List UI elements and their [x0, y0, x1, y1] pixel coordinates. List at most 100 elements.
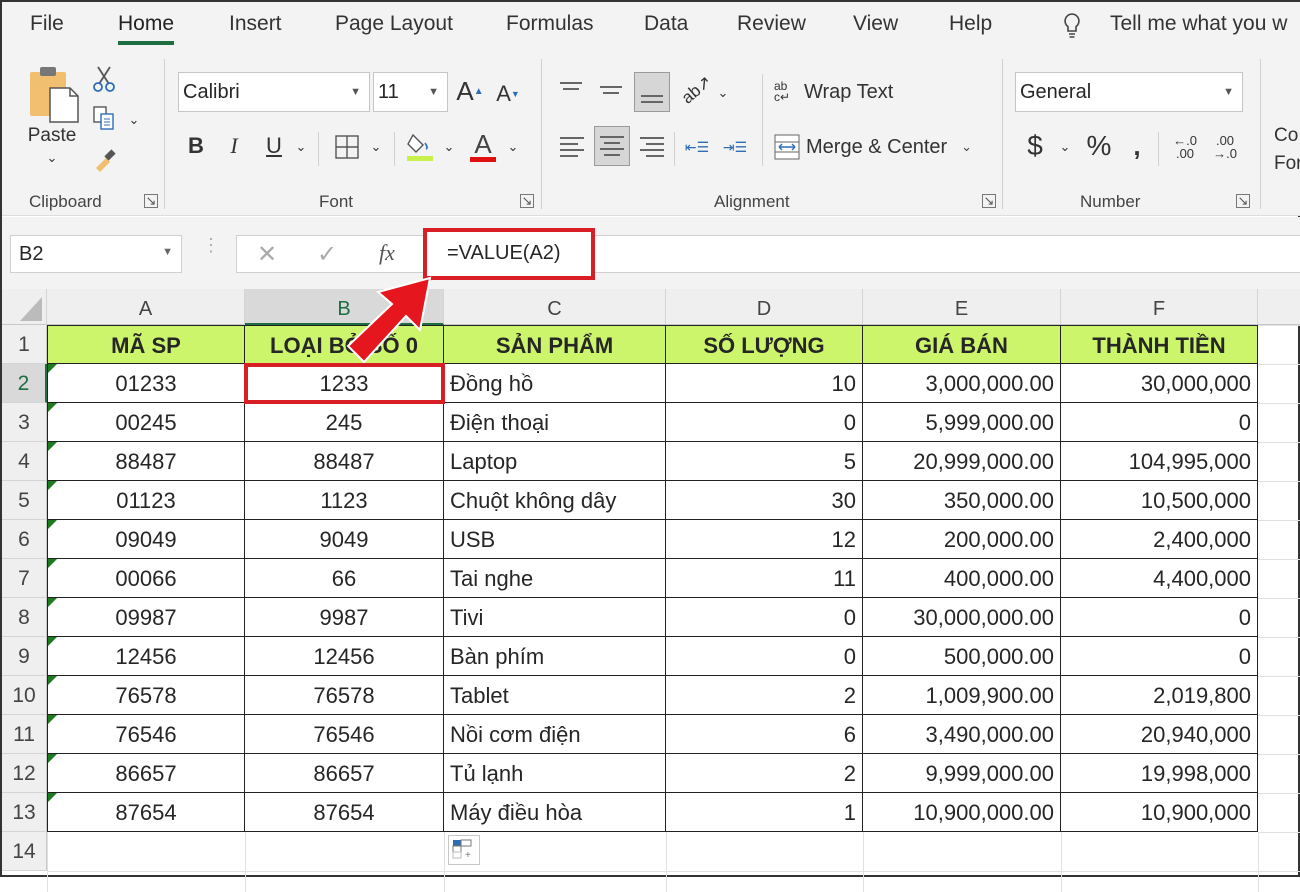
table-cell[interactable]: 104,995,000 — [1061, 442, 1258, 481]
tab-data[interactable]: Data — [644, 12, 688, 36]
table-cell[interactable]: 10,900,000 — [1061, 793, 1258, 832]
row-header[interactable]: 6 — [2, 520, 47, 559]
row-header[interactable]: 7 — [2, 559, 47, 598]
column-header-f[interactable]: F — [1061, 289, 1258, 325]
lightbulb-icon[interactable] — [1062, 12, 1082, 46]
middle-align-icon[interactable] — [598, 80, 624, 100]
conditional-formatting-button[interactable]: Co For — [1274, 122, 1300, 178]
font-dialog-launcher-icon[interactable]: ↘ — [520, 194, 534, 208]
paste-icon[interactable] — [28, 64, 82, 126]
formula-highlight[interactable]: =VALUE(A2) — [423, 228, 595, 280]
wrap-text-button[interactable]: ab c↵ Wrap Text — [774, 76, 904, 108]
top-align-icon[interactable] — [558, 76, 584, 96]
error-indicator-icon[interactable] — [48, 637, 57, 646]
increase-decimal-button[interactable]: ←.0.00 — [1168, 130, 1202, 164]
tab-page-layout[interactable]: Page Layout — [335, 12, 453, 36]
table-cell[interactable]: 500,000.00 — [863, 637, 1061, 676]
table-cell[interactable]: Chuột không dây — [444, 481, 666, 520]
orientation-icon[interactable]: ab↗ — [677, 70, 718, 111]
tab-insert[interactable]: Insert — [229, 12, 282, 36]
table-cell[interactable]: Tivi — [444, 598, 666, 637]
table-cell[interactable]: 1123 — [245, 481, 444, 520]
table-cell[interactable]: 2 — [666, 754, 863, 793]
table-cell[interactable]: Nồi cơm điện — [444, 715, 666, 754]
cancel-icon[interactable]: ✕ — [257, 240, 277, 269]
format-painter-icon[interactable] — [90, 144, 120, 174]
table-cell[interactable]: 9987 — [245, 598, 444, 637]
row-header[interactable]: 9 — [2, 637, 47, 676]
borders-dropdown-chevron-icon[interactable]: ⌄ — [367, 138, 385, 156]
table-cell[interactable]: Tai nghe — [444, 559, 666, 598]
align-right-icon[interactable] — [638, 130, 666, 164]
bottom-align-icon[interactable] — [634, 72, 670, 112]
table-cell[interactable]: 10,900,000.00 — [863, 793, 1061, 832]
alignment-dialog-launcher-icon[interactable]: ↘ — [982, 194, 996, 208]
table-cell[interactable]: 30,000,000 — [1061, 364, 1258, 403]
table-cell[interactable]: 245 — [245, 403, 444, 442]
table-cell[interactable]: 9,999,000.00 — [863, 754, 1061, 793]
table-cell[interactable]: 0 — [666, 403, 863, 442]
table-cell[interactable]: 9049 — [245, 520, 444, 559]
decrease-indent-icon[interactable]: ⇤☰ — [682, 130, 712, 164]
row-header[interactable]: 4 — [2, 442, 47, 481]
comma-style-button[interactable]: , — [1126, 128, 1148, 164]
number-format-combo[interactable]: General ▼ — [1015, 72, 1243, 112]
table-cell[interactable]: 88487 — [47, 442, 245, 481]
table-cell[interactable]: Đồng hồ — [444, 364, 666, 403]
table-cell[interactable]: 0 — [1061, 403, 1258, 442]
error-indicator-icon[interactable] — [48, 793, 57, 802]
enter-icon[interactable]: ✓ — [317, 240, 337, 269]
chevron-down-icon[interactable]: ⌄ — [961, 139, 972, 155]
table-cell[interactable]: 01233 — [47, 364, 245, 403]
table-cell[interactable]: 66 — [245, 559, 444, 598]
row-header[interactable]: 10 — [2, 676, 47, 715]
orientation-dropdown-chevron-icon[interactable]: ⌄ — [714, 84, 732, 102]
table-cell[interactable]: 01123 — [47, 481, 245, 520]
table-cell[interactable]: 2,400,000 — [1061, 520, 1258, 559]
tab-home[interactable]: Home — [118, 12, 175, 45]
table-cell[interactable]: 12456 — [245, 637, 444, 676]
table-cell[interactable]: 87654 — [245, 793, 444, 832]
table-cell[interactable]: 3,490,000.00 — [863, 715, 1061, 754]
table-cell[interactable]: 1,009,900.00 — [863, 676, 1061, 715]
formula-input[interactable]: ✕ ✓ fx — [236, 235, 1300, 273]
font-color-dropdown-chevron-icon[interactable]: ⌄ — [504, 138, 522, 156]
table-cell[interactable]: Máy điều hòa — [444, 793, 666, 832]
table-cell[interactable]: Tủ lạnh — [444, 754, 666, 793]
table-cell[interactable]: 19,998,000 — [1061, 754, 1258, 793]
error-indicator-icon[interactable] — [48, 442, 57, 451]
copy-icon[interactable] — [90, 104, 118, 134]
font-name-combo[interactable]: Calibri ▼ — [178, 72, 370, 112]
select-all-button[interactable] — [2, 289, 47, 325]
table-cell[interactable]: 20,940,000 — [1061, 715, 1258, 754]
column-header-d[interactable]: D — [666, 289, 863, 325]
table-cell[interactable]: 3,000,000.00 — [863, 364, 1061, 403]
error-indicator-icon[interactable] — [48, 754, 57, 763]
bold-button[interactable]: B — [182, 130, 210, 162]
error-indicator-icon[interactable] — [48, 676, 57, 685]
table-cell[interactable]: 86657 — [47, 754, 245, 793]
error-indicator-icon[interactable] — [48, 598, 57, 607]
row-header[interactable]: 12 — [2, 754, 47, 793]
underline-button[interactable]: U — [260, 130, 288, 162]
table-cell[interactable]: 30,000,000.00 — [863, 598, 1061, 637]
header-cell[interactable]: SỐ LƯỢNG — [666, 325, 863, 364]
column-header-a[interactable]: A — [47, 289, 245, 325]
table-cell[interactable]: 86657 — [245, 754, 444, 793]
column-header-c[interactable]: C — [444, 289, 666, 325]
cut-icon[interactable] — [90, 64, 118, 94]
table-cell[interactable]: 09987 — [47, 598, 245, 637]
table-cell[interactable]: 00066 — [47, 559, 245, 598]
decrease-decimal-button[interactable]: .00 →.0 — [1208, 130, 1242, 164]
row-header[interactable]: 11 — [2, 715, 47, 754]
currency-dropdown-chevron-icon[interactable]: ⌄ — [1056, 138, 1074, 156]
chevron-down-icon[interactable]: ▼ — [162, 246, 173, 258]
table-cell[interactable]: 20,999,000.00 — [863, 442, 1061, 481]
header-cell[interactable]: MÃ SP — [47, 325, 245, 364]
table-cell[interactable]: 76578 — [47, 676, 245, 715]
tab-formulas[interactable]: Formulas — [506, 12, 594, 36]
table-cell[interactable]: 76578 — [245, 676, 444, 715]
tab-help[interactable]: Help — [949, 12, 992, 36]
font-color-icon[interactable]: A — [466, 128, 500, 164]
table-cell[interactable]: 11 — [666, 559, 863, 598]
